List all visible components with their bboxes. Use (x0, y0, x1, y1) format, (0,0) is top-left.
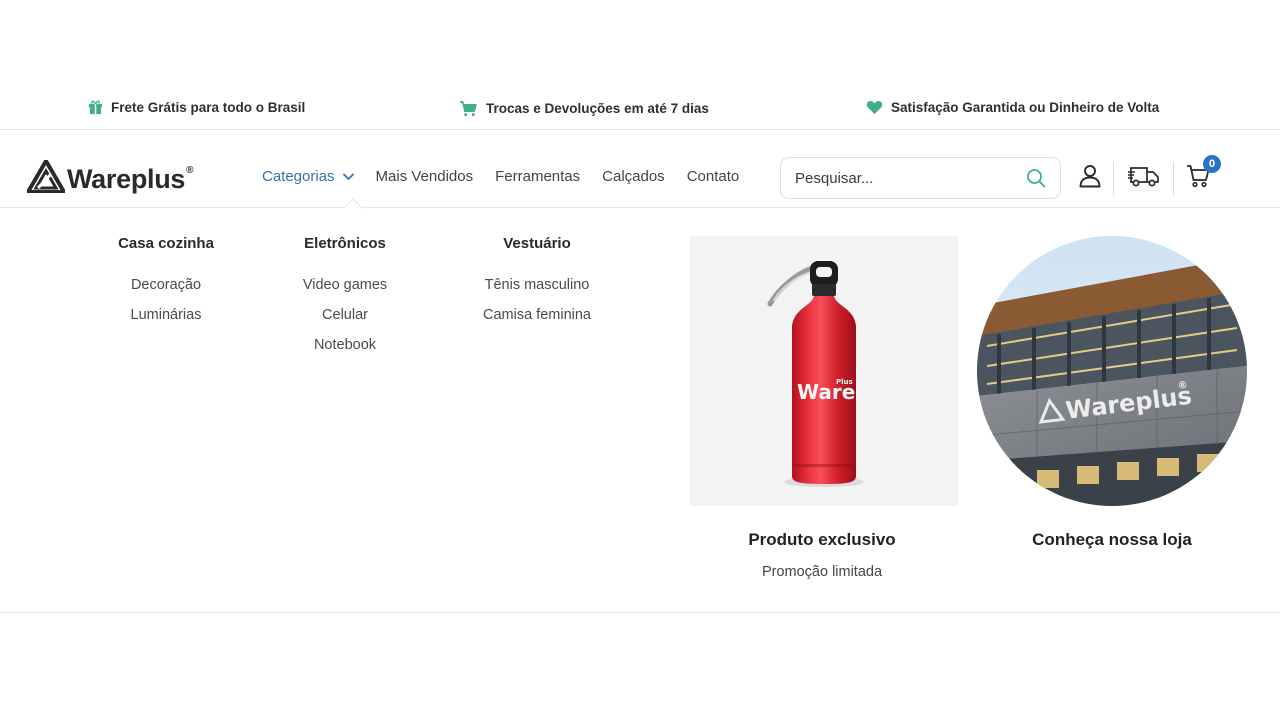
logo[interactable]: Wareplus ® (27, 160, 194, 193)
nav-item-contato[interactable]: Contato (687, 168, 740, 185)
announcement-guarantee: Satisfação Garantida ou Dinheiro de Volt… (866, 100, 1159, 115)
search-icon[interactable] (1026, 168, 1046, 188)
menu-link-notebook[interactable]: Notebook (275, 330, 415, 360)
nav-item-ferramentas[interactable]: Ferramentas (495, 168, 580, 185)
nav-item-categorias[interactable]: Categorias (262, 168, 354, 185)
heart-icon (866, 100, 883, 115)
promo-subtitle: Promoção limitada (761, 564, 883, 580)
nav-item-label: Contato (686, 168, 740, 185)
nav-item-calcados[interactable]: Calçados (602, 168, 665, 185)
search-box (780, 157, 1061, 199)
menu-link-camisa-feminina[interactable]: Camisa feminina (462, 300, 612, 330)
store-sign-reg: ® (1177, 380, 1188, 392)
store-title[interactable]: Conheça nossa loja (977, 530, 1247, 550)
account-button[interactable] (1079, 164, 1101, 188)
nav-item-mais-vendidos[interactable]: Mais Vendidos (376, 168, 474, 185)
nav-item-label: Ferramentas (495, 168, 581, 185)
announcement-returns: Trocas e Devoluções em até 7 dias (459, 100, 709, 117)
categories-mega-menu: Casa cozinha Decoração Luminárias Eletrô… (0, 208, 1280, 613)
logo-mark-icon (27, 160, 65, 193)
menu-column-title[interactable]: Casa cozinha (96, 235, 236, 252)
menu-link-celular[interactable]: Celular (275, 300, 415, 330)
order-tracking-button[interactable] (1128, 164, 1160, 188)
menu-column-title[interactable]: Eletrônicos (275, 235, 415, 252)
nav-item-label: Calçados (602, 168, 665, 185)
menu-column-vestuario: Vestuário Tênis masculino Camisa feminin… (462, 235, 612, 330)
gift-icon (88, 100, 103, 115)
menu-link-video-games[interactable]: Video games (275, 270, 415, 300)
announcement-bar: Frete Grátis para todo o Brasil Trocas e… (0, 90, 1280, 130)
header-divider (1173, 162, 1174, 196)
store-image[interactable]: Wareplus ® (977, 236, 1247, 506)
menu-column-eletronicos: Eletrônicos Video games Celular Notebook (275, 235, 415, 360)
menu-link-tenis-masculino[interactable]: Tênis masculino (462, 270, 612, 300)
store-building-image: Wareplus ® (977, 236, 1247, 506)
menu-link-decoracao[interactable]: Decoração (96, 270, 236, 300)
logo-registered-mark: ® (186, 165, 194, 176)
truck-icon (1128, 167, 1159, 187)
promo-product-image[interactable]: Ware Plus (690, 236, 958, 506)
announcement-text: Trocas e Devoluções em até 7 dias (486, 101, 709, 116)
logo-text: Wareplus (67, 164, 186, 194)
chevron-down-icon (342, 173, 354, 180)
nav-item-label: Mais Vendidos (375, 168, 474, 185)
announcement-text: Frete Grátis para todo o Brasil (111, 100, 306, 115)
main-nav: Categorias Mais Vendidos Ferramentas Cal… (262, 168, 761, 185)
nav-item-label: Categorias (262, 168, 335, 185)
water-bottle-image: Ware Plus (767, 261, 864, 487)
user-icon (1079, 165, 1101, 188)
header-divider (1113, 162, 1114, 196)
menu-column-title[interactable]: Vestuário (462, 235, 612, 252)
search-input[interactable] (795, 169, 1026, 187)
announcement-free-shipping: Frete Grátis para todo o Brasil (88, 100, 305, 115)
promo-title[interactable]: Produto exclusivo (690, 530, 954, 550)
cart-button[interactable]: 0 (1186, 155, 1221, 188)
announcement-text: Satisfação Garantida ou Dinheiro de Volt… (891, 100, 1160, 115)
bottle-brand-sub-text: Plus (836, 378, 853, 386)
menu-column-casa-cozinha: Casa cozinha Decoração Luminárias (96, 235, 236, 330)
cart-icon (460, 101, 477, 117)
menu-link-luminarias[interactable]: Luminárias (96, 300, 236, 330)
site-header: Wareplus ® Categorias Mais Vendidos Ferr… (0, 130, 1280, 218)
cart-count-badge: 0 (1203, 155, 1221, 173)
